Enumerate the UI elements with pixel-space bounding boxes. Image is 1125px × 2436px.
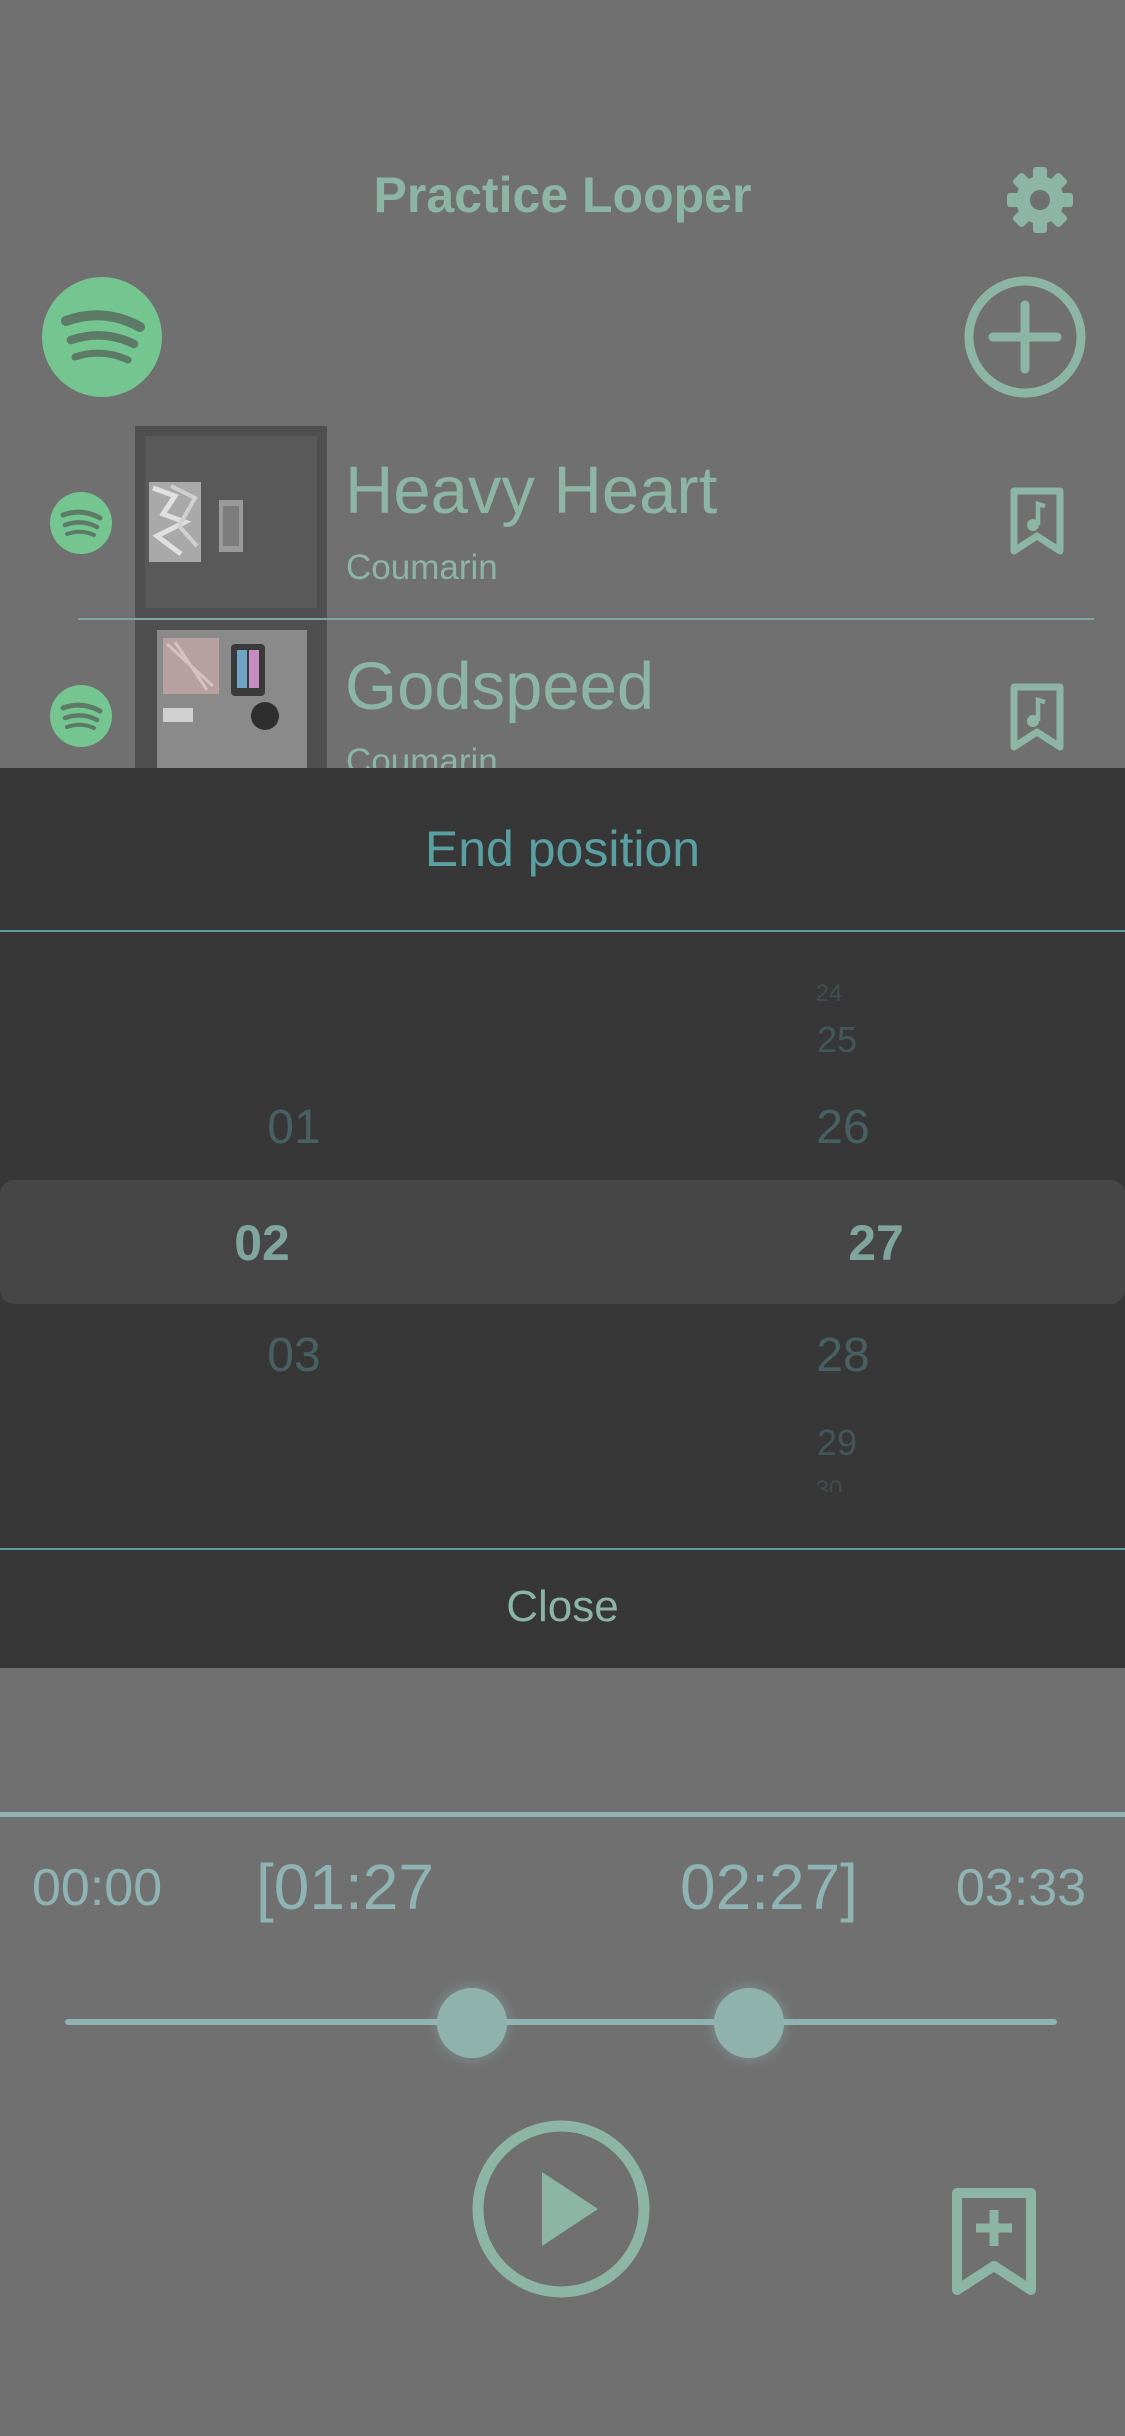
music-bookmark-icon[interactable]: [1009, 486, 1065, 556]
seconds-option[interactable]: 24: [749, 980, 909, 1008]
picker-selection-band: [0, 1180, 1125, 1304]
duration-time: 03:33: [956, 1859, 1087, 1917]
sheet-divider-bottom: [0, 1548, 1125, 1550]
seconds-option[interactable]: 25: [757, 1019, 917, 1061]
play-circle-icon: [472, 2120, 650, 2298]
loop-start-time[interactable]: [01:27: [256, 1850, 434, 1924]
bookmark-plus-icon[interactable]: [950, 2186, 1038, 2298]
minutes-option[interactable]: 03: [214, 1328, 374, 1383]
seconds-option[interactable]: 30: [749, 1476, 909, 1492]
track-artist: Coumarin: [346, 548, 498, 587]
close-button[interactable]: Close: [0, 1582, 1125, 1632]
seconds-option[interactable]: 28: [763, 1328, 923, 1383]
track-row[interactable]: Heavy Heart Coumarin: [0, 424, 1125, 619]
play-button[interactable]: [470, 2118, 652, 2300]
loop-range-slider[interactable]: [65, 2019, 1057, 2025]
end-position-sheet: End position 01 02 03 24 25 26 27 28 29 …: [0, 768, 1125, 1668]
add-track-button[interactable]: [963, 275, 1087, 399]
app-title: Practice Looper: [373, 167, 752, 223]
track-title: Heavy Heart: [345, 453, 718, 528]
seconds-option[interactable]: 29: [757, 1422, 917, 1464]
album-art: [135, 426, 327, 618]
progress-line: [0, 1812, 1125, 1817]
gear-icon[interactable]: [1006, 166, 1074, 234]
track-title: Godspeed: [345, 649, 655, 724]
seconds-option[interactable]: 26: [763, 1100, 923, 1155]
plus-circle-icon: [964, 276, 1086, 398]
sheet-title: End position: [424, 821, 701, 877]
spotify-icon: [50, 492, 112, 554]
spotify-icon: [50, 685, 112, 747]
minutes-selected[interactable]: 02: [182, 1214, 342, 1272]
seconds-selected[interactable]: 27: [796, 1214, 956, 1272]
music-bookmark-icon[interactable]: [1009, 682, 1065, 752]
elapsed-time: 00:00: [32, 1859, 163, 1917]
spotify-logo-icon[interactable]: [42, 277, 162, 397]
sheet-divider-top: [0, 930, 1125, 932]
loop-end-time[interactable]: 02:27]: [680, 1850, 858, 1924]
loop-start-thumb[interactable]: [436, 1988, 507, 2058]
minutes-option[interactable]: 01: [214, 1100, 374, 1155]
loop-end-thumb[interactable]: [714, 1988, 785, 2058]
